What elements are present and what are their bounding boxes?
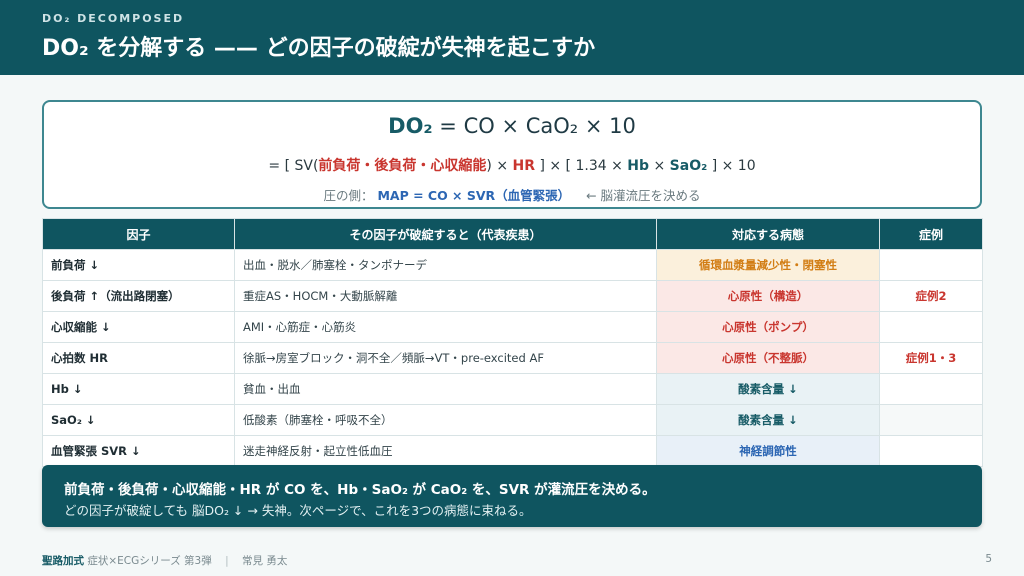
factor-cell: 前負荷 ↓	[42, 249, 235, 281]
formula-main: DO₂ = CO × CaO₂ × 10	[44, 114, 980, 138]
factor-cell: 血管緊張 SVR ↓	[42, 435, 235, 467]
expand-part: ) ×	[486, 158, 513, 174]
state-cell: 心原性（ポンプ）	[656, 311, 880, 343]
case-cell	[879, 435, 983, 467]
state-cell: 循環血漿量減少性・閉塞性	[656, 249, 880, 281]
formula-do2: DO₂	[388, 114, 433, 138]
expand-part: = [ SV(	[268, 158, 319, 174]
state-cell: 心原性（構造）	[656, 280, 880, 312]
factor-cell: 後負荷 ↑（流出路閉塞）	[42, 280, 235, 312]
expand-part: ] × 10	[707, 158, 756, 174]
summary-line-2: どの因子が破綻しても 脳DO₂ ↓ → 失神。次ページで、これを3つの病態に束ね…	[64, 503, 532, 518]
cause-cell: 出血・脱水／肺塞栓・タンポナーデ	[234, 249, 657, 281]
formula-card: DO₂ = CO × CaO₂ × 10 = [ SV(前負荷・後負荷・心収縮能…	[42, 100, 982, 209]
table-row: 後負荷 ↑（流出路閉塞） 重症AS・HOCM・大動脈解離 心原性（構造） 症例2	[42, 280, 983, 312]
cause-cell: 迷走神経反射・起立性低血圧	[234, 435, 657, 467]
col-header-state: 対応する病態	[656, 218, 880, 250]
factor-cell: 心収縮能 ↓	[42, 311, 235, 343]
table-row: 前負荷 ↓ 出血・脱水／肺塞栓・タンポナーデ 循環血漿量減少性・閉塞性	[42, 249, 983, 281]
table-row: SaO₂ ↓ 低酸素（肺塞栓・呼吸不全） 酸素含量 ↓	[42, 404, 983, 436]
slide-footer: 聖路加式 症状×ECGシリーズ 第3弾 | 常見 勇太	[42, 553, 287, 568]
pressure-note: 圧の側： MAP = CO × SVR（血管緊張） ← 脳灌流圧を決める	[44, 185, 980, 204]
factor-cell: SaO₂ ↓	[42, 404, 235, 436]
col-header-case: 症例	[879, 218, 983, 250]
note-label: 圧の側：	[323, 188, 374, 203]
table-header-row: 因子 その因子が破綻すると（代表疾患） 対応する病態 症例	[42, 218, 983, 250]
col-header-factor: 因子	[42, 218, 235, 250]
factor-cell: Hb ↓	[42, 373, 235, 405]
expand-part: ] × [ 1.34 ×	[535, 158, 628, 174]
state-cell: 酸素含量 ↓	[656, 373, 880, 405]
state-cell: 心原性（不整脈）	[656, 342, 880, 374]
table-row: 血管緊張 SVR ↓ 迷走神経反射・起立性低血圧 神経調節性	[42, 435, 983, 467]
cause-cell: AMI・心筋症・心筋炎	[234, 311, 657, 343]
section-kicker: DO₂ DECOMPOSED	[42, 12, 185, 25]
case-cell	[879, 404, 983, 436]
slide-title: DO₂ を分解する —— どの因子の破綻が失神を起こすか	[42, 36, 596, 61]
formula-expansion: = [ SV(前負荷・後負荷・心収縮能) × HR ] × [ 1.34 × H…	[44, 155, 980, 175]
footer-series: 症状×ECGシリーズ 第3弾	[87, 555, 212, 567]
state-cell: 神経調節性	[656, 435, 880, 467]
hb-term: Hb	[627, 158, 650, 174]
case-cell: 症例1・3	[879, 342, 983, 374]
case-cell: 症例2	[879, 280, 983, 312]
page-number: 5	[985, 553, 992, 565]
footer-divider: |	[225, 555, 229, 567]
footer-brand: 聖路加式	[42, 555, 84, 567]
factor-cell: 心拍数 HR	[42, 342, 235, 374]
footer-author: 常見 勇太	[241, 555, 288, 567]
factor-table: 因子 その因子が破綻すると（代表疾患） 対応する病態 症例 前負荷 ↓ 出血・脱…	[42, 218, 983, 467]
case-cell	[879, 373, 983, 405]
table-row: 心拍数 HR 徐脈→房室ブロック・洞不全／頻脈→VT・pre-excited A…	[42, 342, 983, 374]
table-row: Hb ↓ 貧血・出血 酸素含量 ↓	[42, 373, 983, 405]
col-header-cause: その因子が破綻すると（代表疾患）	[234, 218, 657, 250]
cause-cell: 重症AS・HOCM・大動脈解離	[234, 280, 657, 312]
map-formula: MAP = CO × SVR（血管緊張）	[377, 188, 571, 203]
cause-cell: 低酸素（肺塞栓・呼吸不全）	[234, 404, 657, 436]
note-arrow-text: ← 脳灌流圧を決める	[586, 188, 701, 203]
sao2-term: SaO₂	[669, 158, 708, 174]
cause-cell: 徐脈→房室ブロック・洞不全／頻脈→VT・pre-excited AF	[234, 342, 657, 374]
case-cell	[879, 311, 983, 343]
summary-box: 前負荷・後負荷・心収縮能・HR が CO を、Hb・SaO₂ が CaO₂ を、…	[42, 465, 982, 527]
slide-header: DO₂ DECOMPOSED DO₂ を分解する —— どの因子の破綻が失神を起…	[0, 0, 1024, 75]
state-cell: 酸素含量 ↓	[656, 404, 880, 436]
preload-terms: 前負荷・後負荷・心収縮能	[318, 158, 487, 174]
case-cell	[879, 249, 983, 281]
summary-line-1: 前負荷・後負荷・心収縮能・HR が CO を、Hb・SaO₂ が CaO₂ を、…	[64, 482, 656, 498]
expand-part: ×	[649, 158, 670, 174]
hr-term: HR	[512, 158, 536, 174]
table-row: 心収縮能 ↓ AMI・心筋症・心筋炎 心原性（ポンプ）	[42, 311, 983, 343]
cause-cell: 貧血・出血	[234, 373, 657, 405]
formula-main-rhs: = CO × CaO₂ × 10	[432, 114, 636, 138]
